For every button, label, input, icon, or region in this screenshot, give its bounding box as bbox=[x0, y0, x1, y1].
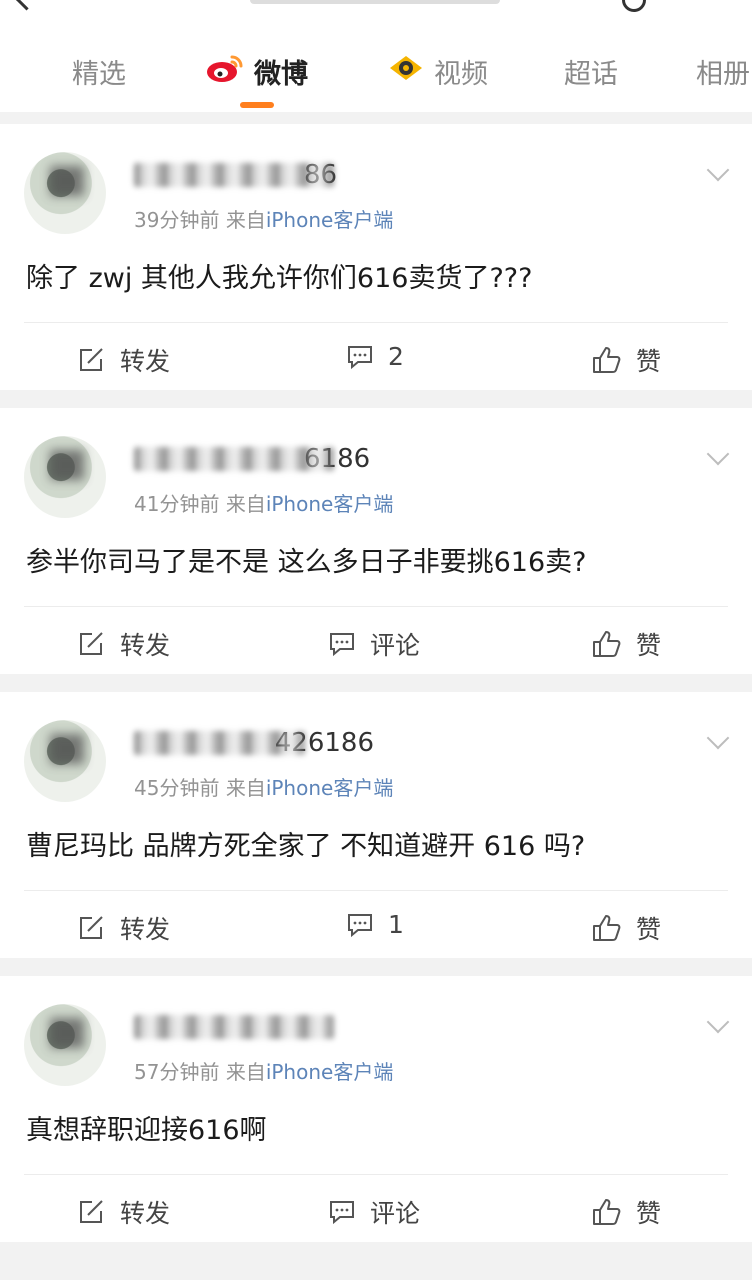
post-content: 除了 zwj 其他人我允许你们616卖货了??? bbox=[26, 263, 533, 294]
thumbs-up-icon bbox=[593, 1199, 621, 1225]
divider bbox=[24, 890, 728, 891]
post-content: 真想辞职迎接616啊 bbox=[26, 1115, 267, 1146]
back-arrow-icon[interactable] bbox=[14, 0, 39, 11]
action-bar: 转发 评论 赞 bbox=[0, 1176, 752, 1246]
like-button[interactable]: 赞 bbox=[592, 910, 661, 946]
like-button[interactable]: 赞 bbox=[592, 342, 661, 378]
username-mask bbox=[134, 1015, 334, 1039]
username[interactable]: 6186 bbox=[134, 442, 374, 476]
username[interactable]: 426186 bbox=[134, 726, 374, 760]
action-bar: 转发 2 赞 bbox=[0, 324, 752, 394]
comment-button[interactable]: 评论 bbox=[328, 1194, 420, 1230]
post-content: 参半你司马了是不是 这么多日子非要挑616卖? bbox=[26, 547, 587, 578]
chevron-down-icon[interactable] bbox=[706, 158, 730, 182]
repost-icon bbox=[80, 916, 103, 939]
divider bbox=[24, 606, 728, 607]
repost-button[interactable]: 转发 bbox=[78, 910, 170, 946]
tab-bar: 精选 微博 视频 超话 相册 bbox=[0, 12, 752, 112]
avatar[interactable] bbox=[24, 1004, 106, 1086]
chevron-down-icon[interactable] bbox=[706, 726, 730, 750]
action-bar: 转发 评论 赞 bbox=[0, 608, 752, 678]
comment-icon bbox=[348, 913, 372, 937]
comment-icon bbox=[330, 1201, 354, 1225]
username[interactable]: 86 bbox=[134, 158, 374, 192]
post-card[interactable]: 86 39分钟前 来自iPhone客户端 除了 zwj 其他人我允许你们616卖… bbox=[0, 124, 752, 390]
like-button[interactable]: 赞 bbox=[592, 1194, 661, 1230]
post-meta: 45分钟前 来自iPhone客户端 bbox=[134, 776, 394, 800]
thumbs-up-icon bbox=[593, 631, 621, 657]
active-tab-indicator bbox=[240, 102, 274, 108]
post-meta: 39分钟前 来自iPhone客户端 bbox=[134, 208, 394, 232]
username-mask bbox=[134, 447, 334, 471]
username-mask bbox=[134, 731, 305, 755]
post-meta: 57分钟前 来自iPhone客户端 bbox=[134, 1060, 394, 1084]
comment-button[interactable]: 1 bbox=[346, 910, 404, 939]
action-bar: 转发 1 赞 bbox=[0, 892, 752, 962]
like-button[interactable]: 赞 bbox=[592, 626, 661, 662]
thumbs-up-icon bbox=[593, 347, 621, 373]
avatar[interactable] bbox=[24, 720, 106, 802]
avatar[interactable] bbox=[24, 436, 106, 518]
page-title-obscured bbox=[250, 0, 500, 4]
video-eye-icon bbox=[388, 53, 424, 90]
tab-super-topic[interactable]: 超话 bbox=[564, 52, 618, 91]
username[interactable] bbox=[134, 1010, 374, 1044]
repost-icon bbox=[80, 348, 103, 371]
post-meta: 41分钟前 来自iPhone客户端 bbox=[134, 492, 394, 516]
repost-button[interactable]: 转发 bbox=[78, 1194, 170, 1230]
top-bar bbox=[0, 0, 752, 12]
post-content: 曹尼玛比 品牌方死全家了 不知道避开 616 吗? bbox=[26, 831, 586, 862]
search-icon[interactable] bbox=[622, 0, 646, 12]
post-card[interactable]: 426186 45分钟前 来自iPhone客户端 曹尼玛比 品牌方死全家了 不知… bbox=[0, 692, 752, 958]
tab-weibo[interactable]: 微博 bbox=[206, 52, 308, 91]
username-mask bbox=[134, 163, 334, 187]
repost-icon bbox=[80, 632, 103, 655]
post-card[interactable]: 57分钟前 来自iPhone客户端 真想辞职迎接616啊 转发 评论 赞 bbox=[0, 976, 752, 1242]
comment-button[interactable]: 评论 bbox=[328, 626, 420, 662]
repost-icon bbox=[80, 1200, 103, 1223]
comment-icon bbox=[348, 345, 372, 369]
post-card[interactable]: 6186 41分钟前 来自iPhone客户端 参半你司马了是不是 这么多日子非要… bbox=[0, 408, 752, 674]
comment-icon bbox=[330, 633, 354, 657]
comment-button[interactable]: 2 bbox=[346, 342, 404, 371]
chevron-down-icon[interactable] bbox=[706, 442, 730, 466]
tab-featured[interactable]: 精选 bbox=[72, 52, 126, 91]
tab-video[interactable]: 视频 bbox=[388, 52, 488, 91]
divider bbox=[24, 322, 728, 323]
repost-button[interactable]: 转发 bbox=[78, 626, 170, 662]
thumbs-up-icon bbox=[593, 915, 621, 941]
chevron-down-icon[interactable] bbox=[706, 1010, 730, 1034]
tab-album[interactable]: 相册 bbox=[696, 52, 750, 91]
weibo-logo-icon bbox=[206, 53, 244, 90]
avatar[interactable] bbox=[24, 152, 106, 234]
divider bbox=[24, 1174, 728, 1175]
repost-button[interactable]: 转发 bbox=[78, 342, 170, 378]
